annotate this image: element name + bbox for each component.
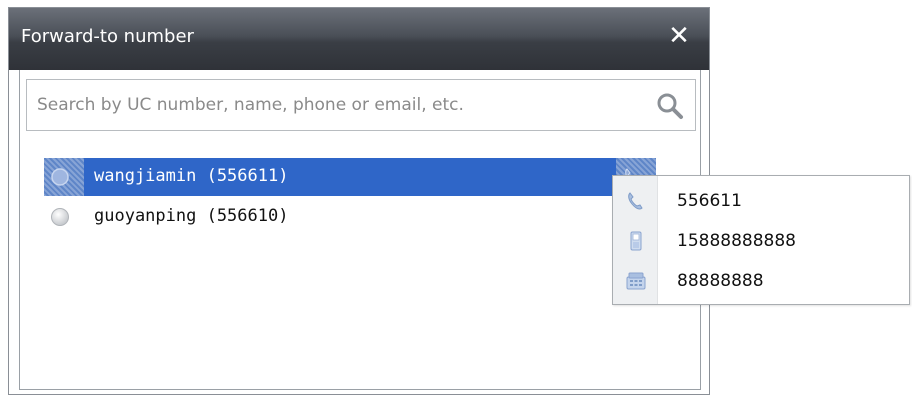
phone-number-popup: 556611 15888888888 88888888 bbox=[612, 175, 910, 305]
close-button[interactable]: ✕ bbox=[665, 22, 693, 50]
radio-button[interactable] bbox=[50, 167, 70, 187]
uc-number-value: 556611 bbox=[677, 191, 742, 211]
contact-row[interactable]: guoyanping (556610) bbox=[44, 198, 656, 236]
popup-item-desk-phone[interactable]: 88888888 bbox=[613, 261, 909, 301]
popup-item-mobile[interactable]: 15888888888 bbox=[613, 221, 909, 261]
radio-cell bbox=[44, 158, 84, 196]
radio-button[interactable] bbox=[50, 207, 70, 227]
title-bar[interactable]: Forward-to number ✕ bbox=[9, 8, 709, 70]
dialog-body: wangjiamin (556611) bbox=[19, 70, 701, 390]
contact-row[interactable]: wangjiamin (556611) bbox=[44, 158, 656, 196]
contact-name: guoyanping (556610) bbox=[94, 206, 289, 226]
desk-phone-value: 88888888 bbox=[677, 271, 764, 291]
uc-phone-icon bbox=[628, 192, 643, 210]
desk-phone-icon bbox=[626, 272, 646, 290]
search-input[interactable] bbox=[27, 80, 647, 130]
popup-item-uc-number[interactable]: 556611 bbox=[613, 181, 909, 221]
close-icon: ✕ bbox=[668, 21, 690, 51]
contact-name: wangjiamin (556611) bbox=[94, 166, 289, 186]
forward-to-number-dialog: Forward-to number ✕ wangjiamin (556611) bbox=[8, 7, 710, 395]
dialog-title: Forward-to number bbox=[21, 26, 194, 47]
mobile-phone-icon bbox=[630, 231, 642, 251]
mobile-number-value: 15888888888 bbox=[677, 231, 796, 251]
search-icon[interactable] bbox=[655, 91, 685, 121]
search-box[interactable] bbox=[26, 79, 696, 131]
